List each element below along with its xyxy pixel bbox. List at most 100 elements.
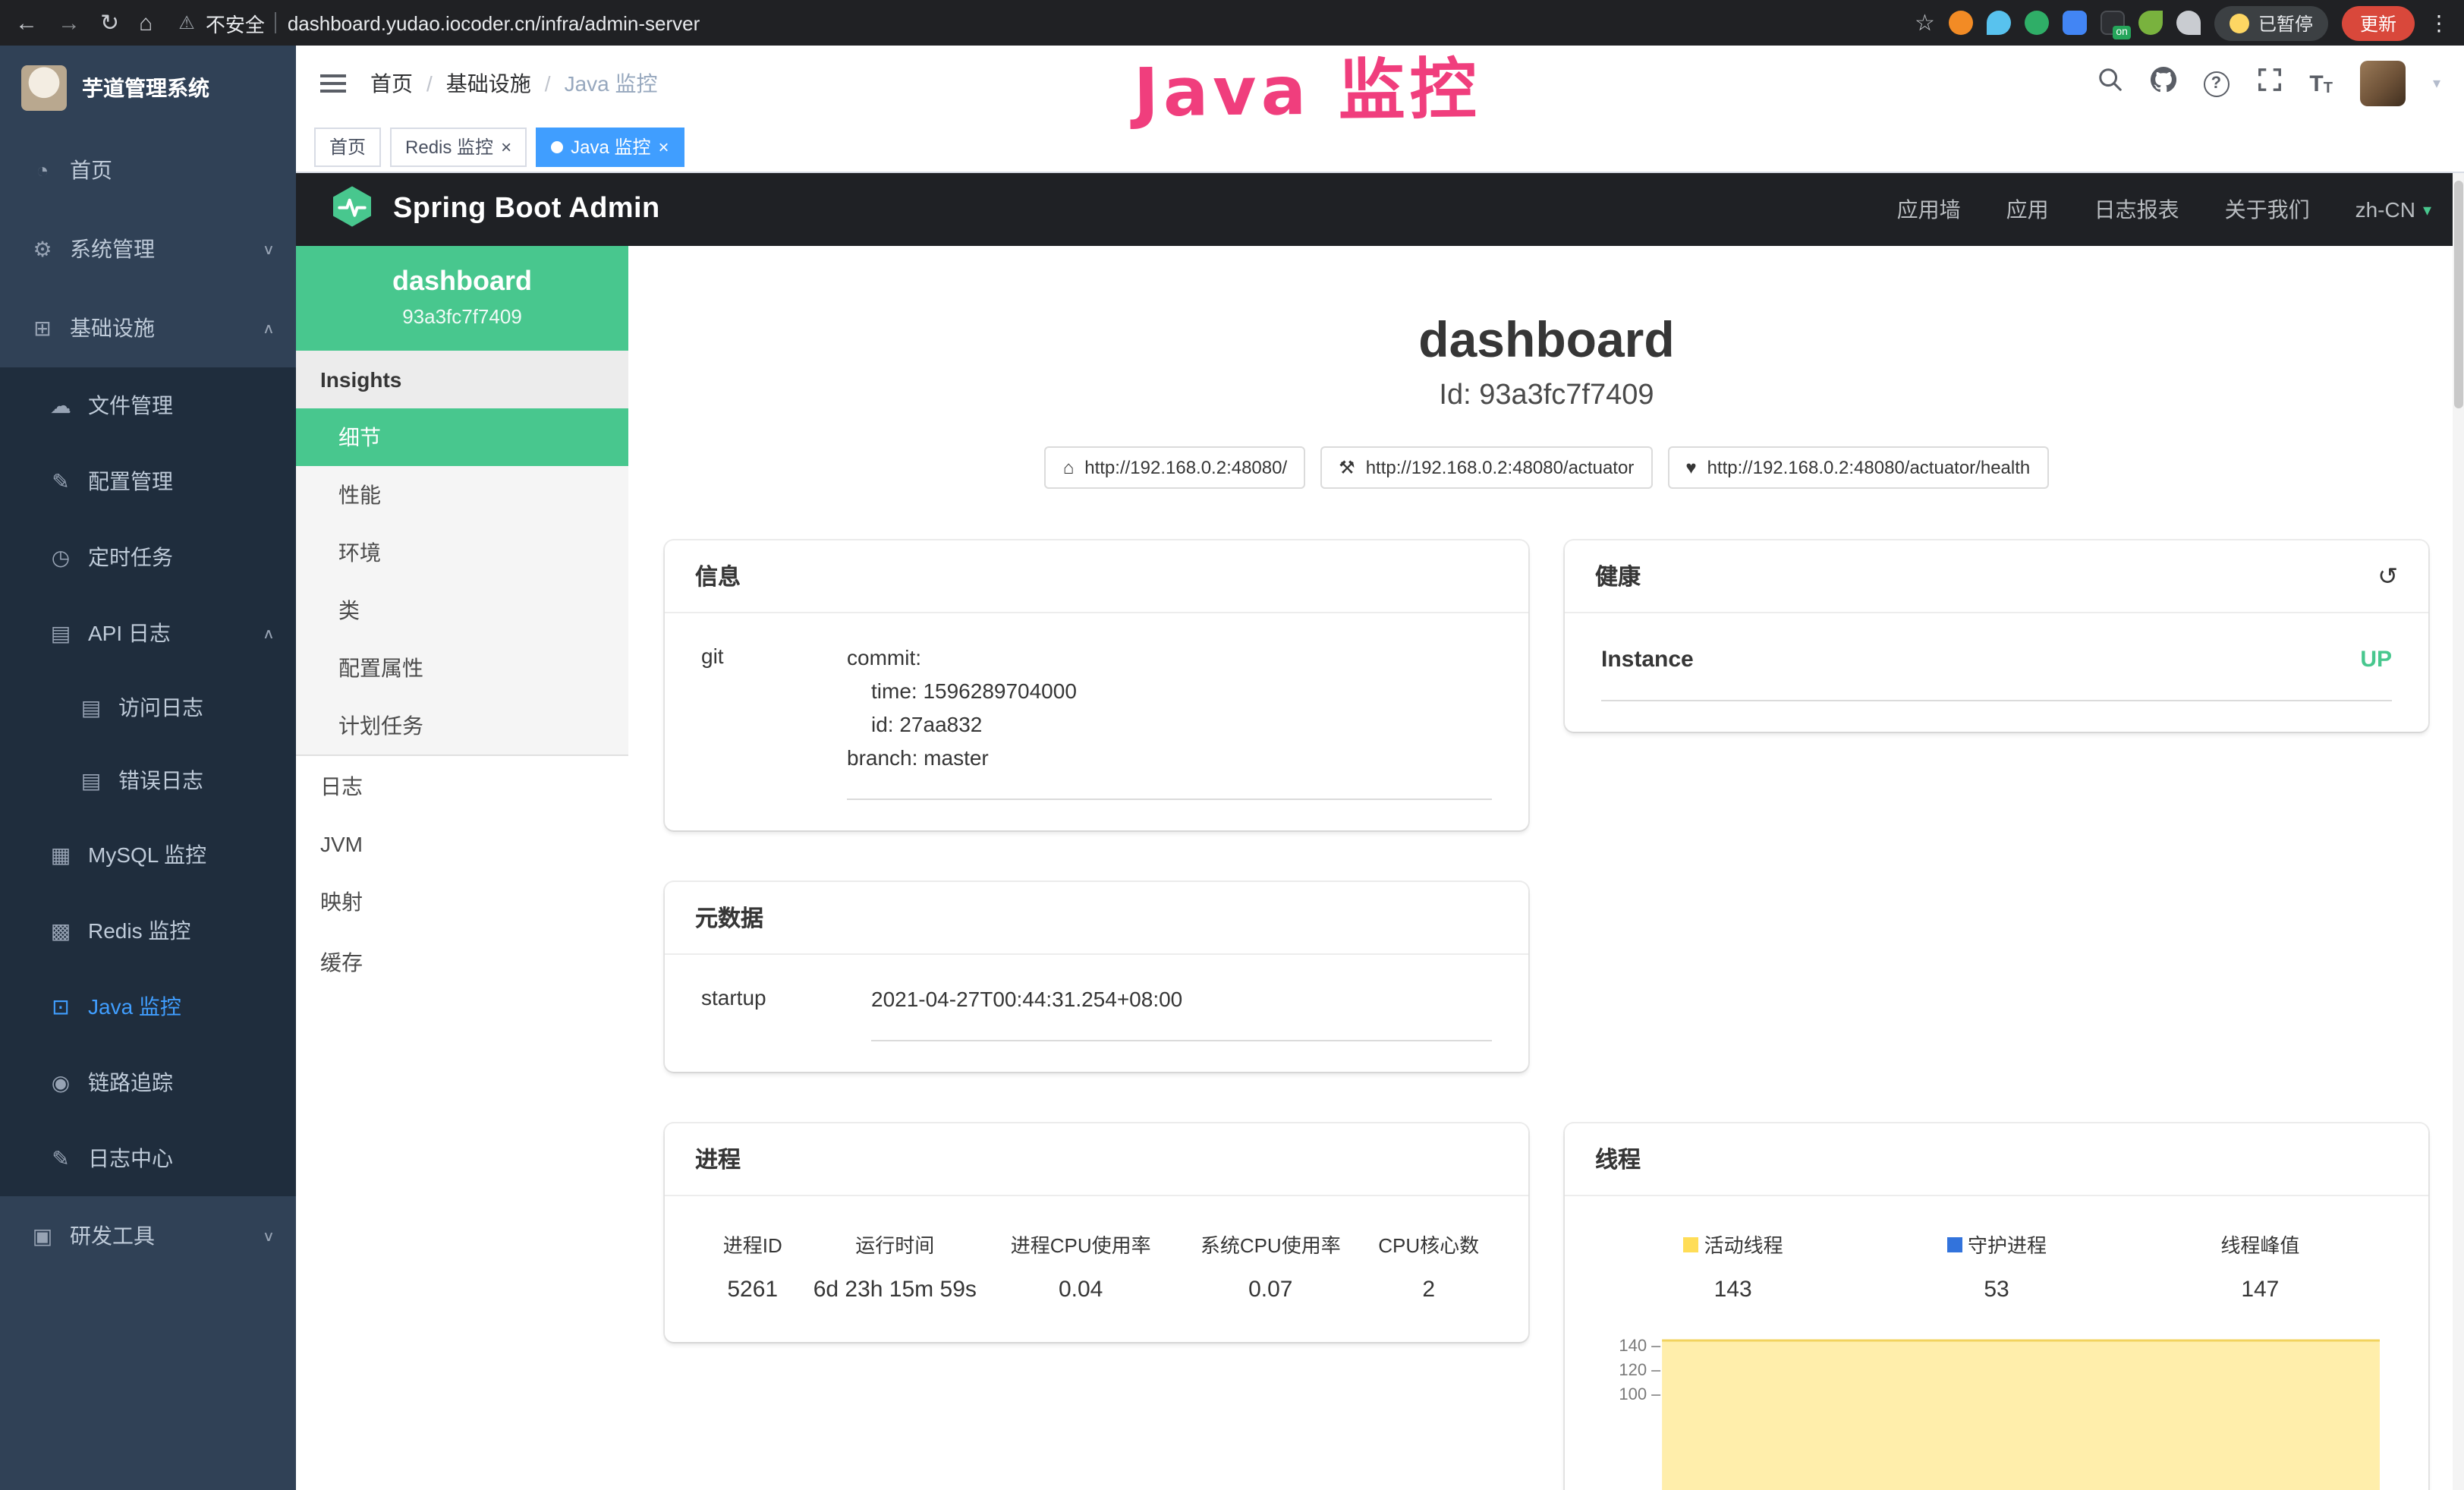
sidebar-item-label: API 日志 [88,618,171,648]
breadcrumb: 首页 / 基础设施 / Java 监控 [370,68,658,99]
tab-home[interactable]: 首页 [314,127,381,166]
sidebar-item-devtools[interactable]: ▣ 研发工具 ∨ [0,1196,296,1275]
fullscreen-icon[interactable] [2256,67,2282,100]
health-icon: ♥ [1685,457,1696,478]
sidebar-item-access-logs[interactable]: ▤ 访问日志 [0,671,296,744]
address-bar[interactable]: ⚠ 不安全 dashboard.yudao.iocoder.cn/infra/a… [178,8,700,37]
forward-icon[interactable]: → [58,11,80,34]
chevron-down-icon: ▾ [2423,200,2431,219]
sba-section-insights: Insights [296,351,628,408]
sba-logo-icon[interactable] [329,183,375,236]
sidebar-item-config-management[interactable]: ✎ 配置管理 [0,443,296,519]
sba-item-config-props[interactable]: 配置属性 [296,639,628,697]
sidebar-item-java-monitor[interactable]: ⊡ Java 监控 [0,969,296,1044]
instance-link-health[interactable]: ♥ http://192.168.0.2:48080/actuator/heal… [1667,446,2048,489]
close-icon[interactable]: × [658,137,669,156]
search-icon[interactable] [2097,67,2123,100]
breadcrumb-infrastructure[interactable]: 基础设施 [446,68,531,99]
sba-item-caches[interactable]: 缓存 [296,932,628,993]
sba-item-environment[interactable]: 环境 [296,524,628,581]
admin-header: 首页 / 基础设施 / Java 监控 ? [296,46,2464,121]
sba-item-metrics[interactable]: 性能 [296,466,628,524]
bookmark-star-icon[interactable]: ☆ [1915,11,1935,34]
tab-java-monitor[interactable]: Java 监控 × [536,127,684,166]
info-card: 信息 git commit: time: 1596289704000 id: 2 [665,540,1528,830]
sba-item-mappings[interactable]: 映射 [296,871,628,932]
monitor-icon: ⊡ [49,994,73,1019]
col-value: 0.04 [986,1277,1175,1303]
process-col-sys-cpu: 系统CPU使用率 0.07 [1175,1230,1365,1303]
back-icon[interactable]: ← [15,11,38,34]
sidebar-item-tracing[interactable]: ◉ 链路追踪 [0,1044,296,1120]
security-label: 不安全 [206,8,265,37]
locale-select[interactable]: zh-CN ▾ [2355,197,2431,222]
sba-item-jvm[interactable]: JVM [296,817,628,871]
breadcrumb-separator: / [545,71,551,96]
instance-links: ⌂ http://192.168.0.2:48080/ ⚒ http://192… [665,446,2428,489]
profile-paused-pill[interactable]: 已暂停 [2214,5,2328,40]
sba-nav-about[interactable]: 关于我们 [2225,194,2310,225]
extension-icon-1[interactable] [1949,11,1973,35]
font-size-icon[interactable]: TT [2309,71,2333,96]
extension-icon-3[interactable] [2025,11,2049,35]
close-icon[interactable]: × [501,137,511,156]
sidebar-item-system[interactable]: ⚙ 系统管理 ∨ [0,209,296,288]
sba-nav-wallboard[interactable]: 应用墙 [1897,194,1961,225]
sba-item-loggers[interactable]: 日志 [296,756,628,817]
scrollbar[interactable] [2453,173,2464,1490]
chrome-update-button[interactable]: 更新 [2342,5,2415,40]
chevron-down-icon[interactable]: ▾ [2433,75,2440,92]
home-icon[interactable]: ⌂ [139,11,153,34]
hamburger-icon[interactable] [320,74,346,93]
sba-item-details[interactable]: 细节 [296,408,628,466]
breadcrumb-home[interactable]: 首页 [370,68,413,99]
sba-nav-journal[interactable]: 日志报表 [2094,194,2179,225]
help-icon[interactable]: ? [2203,71,2229,96]
scrollbar-thumb[interactable] [2454,181,2463,408]
sidebar-item-label: MySQL 监控 [88,840,206,870]
sidebar-item-mysql-monitor[interactable]: ▦ MySQL 监控 [0,817,296,893]
github-icon[interactable] [2150,67,2176,100]
col-value: 5261 [701,1277,804,1303]
sba-app-id: 93a3fc7f7409 [308,305,616,328]
sba-item-classes[interactable]: 类 [296,581,628,639]
sba-brand[interactable]: Spring Boot Admin [393,193,660,226]
instance-link-actuator[interactable]: ⚒ http://192.168.0.2:48080/actuator [1320,446,1652,489]
link-text: http://192.168.0.2:48080/actuator/health [1707,457,2031,478]
extension-icon-5[interactable]: on [2101,11,2125,35]
admin-menu: ◔ 首页 ⚙ 系统管理 ∨ ⊞ 基础设施 ∧ ☁ 文件管理 [0,131,296,1275]
legend-daemon-threads: 守护进程 53 [1865,1230,2128,1303]
sidebar-item-home[interactable]: ◔ 首页 [0,131,296,209]
tab-redis-monitor[interactable]: Redis 监控 × [390,127,527,166]
sidebar-item-log-center[interactable]: ✎ 日志中心 [0,1120,296,1196]
card-header: 进程 [665,1123,1528,1196]
extension-icon-7[interactable] [2176,11,2201,35]
browser-menu-icon[interactable]: ⋮ [2428,10,2450,36]
sba-nav-applications[interactable]: 应用 [2006,194,2049,225]
extension-icon-2[interactable] [1987,11,2011,35]
chevron-up-icon: ∧ [263,320,275,336]
sidebar-item-error-logs[interactable]: ▤ 错误日志 [0,744,296,817]
history-icon[interactable]: ↺ [2377,561,2398,591]
extension-on-badge: on [2113,26,2131,39]
url-text[interactable]: dashboard.yudao.iocoder.cn/infra/admin-s… [288,11,700,34]
instance-link-home[interactable]: ⌂ http://192.168.0.2:48080/ [1045,446,1305,489]
edit-icon: ✎ [49,1145,73,1171]
card-header: 线程 [1565,1123,2428,1196]
avatar[interactable] [2360,61,2406,106]
extension-icon-6[interactable] [2138,11,2163,35]
sidebar-item-api-logs[interactable]: ▤ API 日志 ∧ [0,595,296,671]
page-subtitle: Id: 93a3fc7f7409 [665,380,2428,413]
sidebar-item-scheduled-jobs[interactable]: ◷ 定时任务 [0,519,296,595]
sba-nav-links: 应用墙 应用 日志报表 关于我们 zh-CN ▾ [1897,194,2431,225]
sidebar-item-file-management[interactable]: ☁ 文件管理 [0,367,296,443]
extension-icon-4[interactable] [2063,11,2087,35]
sba-app-block[interactable]: dashboard 93a3fc7f7409 [296,246,628,351]
sidebar-item-infrastructure[interactable]: ⊞ 基础设施 ∧ [0,288,296,367]
app-logo-row[interactable]: 芋道管理系统 [0,46,296,131]
sba-item-scheduled-tasks[interactable]: 计划任务 [296,697,628,754]
reload-icon[interactable]: ↻ [100,11,119,34]
sidebar-item-redis-monitor[interactable]: ▩ Redis 监控 [0,893,296,969]
active-dot [551,140,563,153]
app-title: 芋道管理系统 [82,73,209,103]
